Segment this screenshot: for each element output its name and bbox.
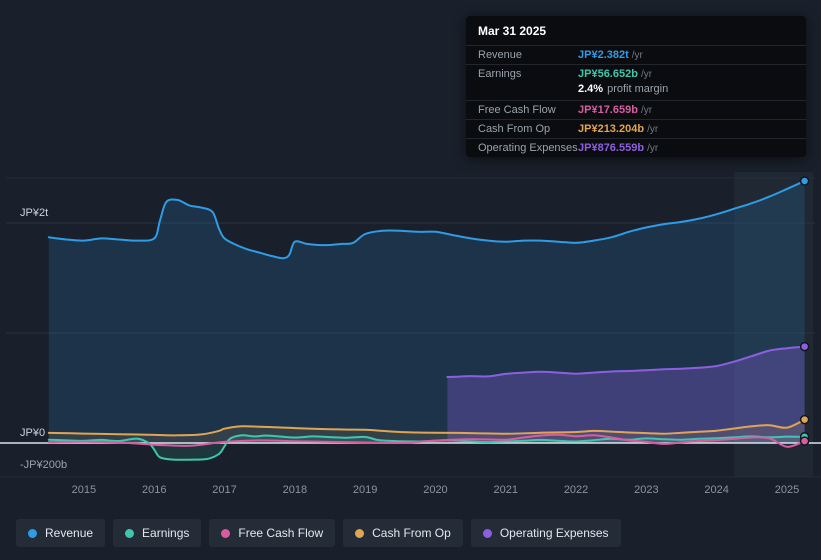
legend-item-earnings[interactable]: Earnings (113, 519, 202, 547)
legend-label: Free Cash Flow (238, 526, 324, 540)
legend-item-cash-from-op[interactable]: Cash From Op (343, 519, 463, 547)
legend-label: Earnings (142, 526, 190, 540)
profit-margin-label: profit margin (607, 83, 669, 95)
free-cash-flow-legend-dot (221, 528, 231, 538)
x-tick-label: 2021 (493, 484, 518, 496)
tooltip-rows: Revenue JP¥2.382t/yr Earnings JP¥56.652b/yr… (466, 45, 806, 157)
x-tick-label: 2016 (141, 484, 167, 496)
legend-item-free-cash-flow[interactable]: Free Cash Flow (209, 519, 336, 547)
tooltip-profit-margin-row: 2.4% profit margin (466, 83, 806, 100)
tooltip-row-value: JP¥213.204b/yr (578, 123, 659, 135)
tooltip-row-unit: /yr (640, 69, 653, 80)
tooltip-row-label: Revenue (478, 49, 523, 61)
tooltip-row-operating-expenses: Operating Expenses JP¥876.559b/yr (466, 138, 806, 157)
y-axis-label-2t: JP¥2t (20, 207, 49, 220)
legend-item-operating-expenses[interactable]: Operating Expenses (470, 519, 621, 547)
tooltip-card: Mar 31 2025 Revenue JP¥2.382t/yr Earnings J… (466, 16, 806, 157)
x-tick-label: 2025 (774, 484, 800, 496)
tooltip-row-label: Earnings (478, 68, 522, 80)
tooltip-date: Mar 31 2025 (478, 24, 547, 38)
x-tick-label: 2018 (282, 484, 308, 496)
tooltip-row-unit: /yr (647, 124, 659, 135)
profit-margin-value: 2.4% (578, 83, 604, 95)
operating-expenses-legend-dot (482, 528, 492, 538)
tooltip-row-revenue: Revenue JP¥2.382t/yr (466, 45, 806, 64)
legend-label: Revenue (45, 526, 94, 540)
tooltip-row-unit: /yr (631, 50, 643, 61)
tooltip-row-earnings: Earnings JP¥56.652b/yr (466, 64, 806, 83)
earnings-legend-dot (125, 528, 135, 538)
tooltip-row-value: JP¥876.559b/yr (578, 142, 659, 154)
x-tick-label: 2015 (71, 484, 97, 496)
tooltip-row-label: Cash From Op (478, 123, 551, 135)
legend: Revenue Earnings Free Cash Flow Cash From O… (16, 519, 621, 547)
x-tick-label: 2019 (352, 484, 378, 496)
cash-from-op-legend-dot (355, 528, 365, 538)
free-cash-flow-end-dot (799, 436, 810, 446)
x-tick-label: 2020 (423, 484, 448, 496)
tooltip-row-value: JP¥17.659b/yr (578, 104, 653, 116)
cash-from-op-end-dot (799, 414, 810, 425)
tooltip-row-value: JP¥2.382t/yr (578, 49, 643, 61)
tooltip-row-cash-from-op: Cash From Op JP¥213.204b/yr (466, 119, 806, 138)
tooltip-row-label: Free Cash Flow (478, 104, 556, 116)
legend-label: Cash From Op (372, 526, 451, 540)
tooltip-row-unit: /yr (647, 143, 659, 154)
revenue-legend-dot (28, 528, 37, 538)
tooltip-row-label: Operating Expenses (478, 142, 578, 154)
legend-label: Operating Expenses (499, 526, 609, 540)
x-tick-label: 2024 (704, 484, 729, 496)
revenue-end-dot (799, 176, 810, 186)
x-tick-label: 2017 (212, 484, 237, 496)
y-axis-label-zero: JP¥0 (20, 427, 46, 439)
x-tick-label: 2022 (563, 484, 589, 496)
tooltip-row-value: JP¥56.652b/yr (578, 68, 653, 80)
operating-expenses-end-dot (799, 341, 810, 352)
tooltip-row-unit: /yr (640, 105, 653, 116)
legend-item-revenue[interactable]: Revenue (16, 519, 106, 547)
y-axis-label-neg200b: -JP¥200b (20, 459, 68, 471)
tooltip-row-free-cash-flow: Free Cash Flow JP¥17.659b/yr (466, 100, 806, 119)
x-tick-label: 2023 (634, 484, 659, 496)
